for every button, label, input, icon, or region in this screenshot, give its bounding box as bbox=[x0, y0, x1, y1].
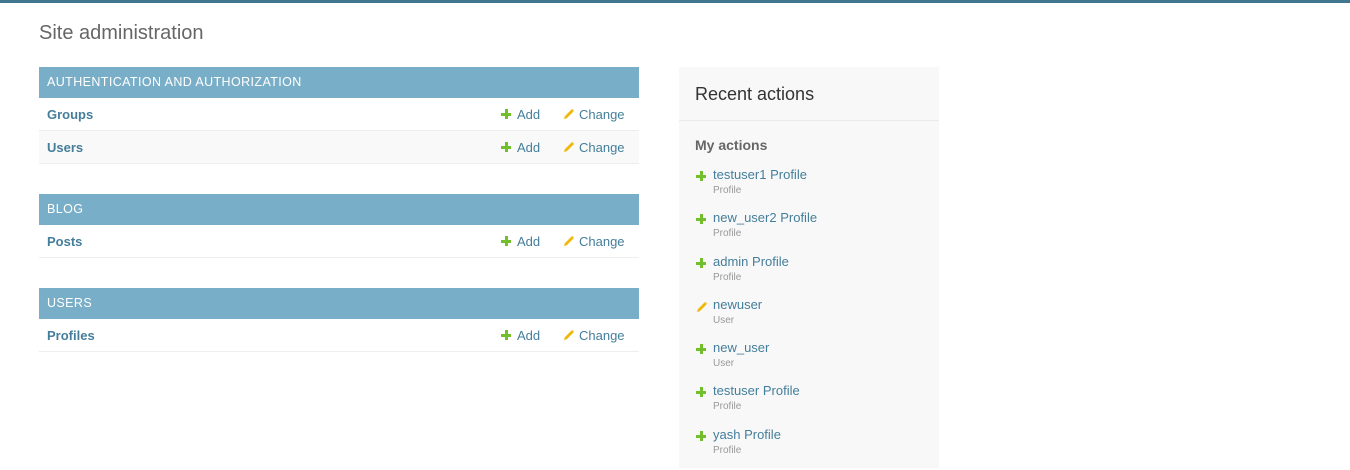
page-title: Site administration bbox=[39, 22, 204, 44]
model-row-posts: Posts Add Change bbox=[39, 225, 639, 258]
add-label: Add bbox=[517, 327, 541, 343]
plus-icon bbox=[501, 109, 511, 119]
plus-icon bbox=[696, 430, 706, 441]
change-label: Change bbox=[579, 106, 625, 122]
pencil-icon bbox=[563, 108, 575, 120]
model-link-posts[interactable]: Posts bbox=[39, 234, 82, 249]
change-groups-link[interactable]: Change bbox=[563, 107, 625, 122]
add-groups-link[interactable]: Add bbox=[501, 107, 540, 122]
change-label: Change bbox=[579, 139, 625, 155]
plus-icon bbox=[696, 344, 706, 355]
action-link[interactable]: newuser bbox=[713, 297, 939, 313]
plus-icon bbox=[696, 387, 706, 398]
model-row-groups: Groups Add Change bbox=[39, 98, 639, 131]
pencil-icon bbox=[563, 235, 575, 247]
model-link-users[interactable]: Users bbox=[39, 140, 83, 155]
action-type: Profile bbox=[713, 401, 742, 413]
action-type: Profile bbox=[713, 228, 742, 240]
action-link[interactable]: testuser Profile bbox=[713, 383, 939, 399]
list-item: admin Profile Profile bbox=[679, 254, 939, 297]
model-link-profiles[interactable]: Profiles bbox=[39, 328, 95, 343]
module-caption[interactable]: AUTHENTICATION AND AUTHORIZATION bbox=[39, 67, 639, 98]
module-users: USERS Profiles Add Change bbox=[39, 288, 639, 352]
plus-icon bbox=[696, 214, 706, 225]
plus-icon bbox=[501, 330, 511, 340]
module-caption[interactable]: BLOG bbox=[39, 194, 639, 225]
action-type: User bbox=[713, 314, 735, 326]
my-actions-heading: My actions bbox=[695, 137, 768, 153]
action-type: Profile bbox=[713, 185, 742, 196]
action-link[interactable]: new_user2 Profile bbox=[713, 210, 939, 226]
change-posts-link[interactable]: Change bbox=[563, 234, 625, 249]
list-item: testuser1 Profile Profile bbox=[679, 167, 939, 210]
list-item: new_user User bbox=[679, 340, 939, 383]
add-profiles-link[interactable]: Add bbox=[501, 328, 540, 343]
module-caption[interactable]: USERS bbox=[39, 288, 639, 319]
list-item: newuser User bbox=[679, 297, 939, 340]
recent-actions-title: Recent actions bbox=[679, 67, 939, 121]
action-link[interactable]: yash Profile bbox=[713, 427, 939, 443]
top-header-bar bbox=[0, 0, 1350, 3]
action-type: Profile bbox=[713, 271, 742, 283]
list-item: testuser Profile Profile bbox=[679, 383, 939, 426]
model-row-profiles: Profiles Add Change bbox=[39, 319, 639, 352]
action-link[interactable]: testuser1 Profile bbox=[713, 167, 939, 183]
action-link[interactable]: admin Profile bbox=[713, 254, 939, 270]
add-label: Add bbox=[517, 139, 541, 155]
change-label: Change bbox=[579, 233, 625, 249]
plus-icon bbox=[501, 142, 511, 152]
change-users-link[interactable]: Change bbox=[563, 140, 625, 155]
app-modules: AUTHENTICATION AND AUTHORIZATION Groups … bbox=[39, 67, 639, 382]
action-list: testuser1 Profile Profile new_user2 Prof… bbox=[679, 167, 939, 470]
change-profiles-link[interactable]: Change bbox=[563, 328, 625, 343]
add-users-link[interactable]: Add bbox=[501, 140, 540, 155]
model-link-groups[interactable]: Groups bbox=[39, 107, 93, 122]
module-blog: BLOG Posts Add Change bbox=[39, 194, 639, 258]
action-type: User bbox=[713, 358, 735, 370]
add-label: Add bbox=[517, 233, 541, 249]
pencil-icon bbox=[563, 141, 575, 153]
action-link[interactable]: new_user bbox=[713, 340, 939, 356]
add-label: Add bbox=[517, 106, 541, 122]
plus-icon bbox=[696, 257, 706, 268]
model-row-users: Users Add Change bbox=[39, 131, 639, 164]
plus-icon bbox=[501, 236, 511, 246]
pencil-icon bbox=[563, 329, 575, 341]
plus-icon bbox=[696, 171, 706, 181]
add-posts-link[interactable]: Add bbox=[501, 234, 540, 249]
module-auth: AUTHENTICATION AND AUTHORIZATION Groups … bbox=[39, 67, 639, 164]
list-item: yash Profile Profile bbox=[679, 427, 939, 470]
recent-actions-panel: Recent actions My actions testuser1 Prof… bbox=[679, 67, 939, 468]
pencil-icon bbox=[696, 301, 708, 313]
list-item: new_user2 Profile Profile bbox=[679, 210, 939, 253]
change-label: Change bbox=[579, 327, 625, 343]
action-type: Profile bbox=[713, 444, 742, 456]
